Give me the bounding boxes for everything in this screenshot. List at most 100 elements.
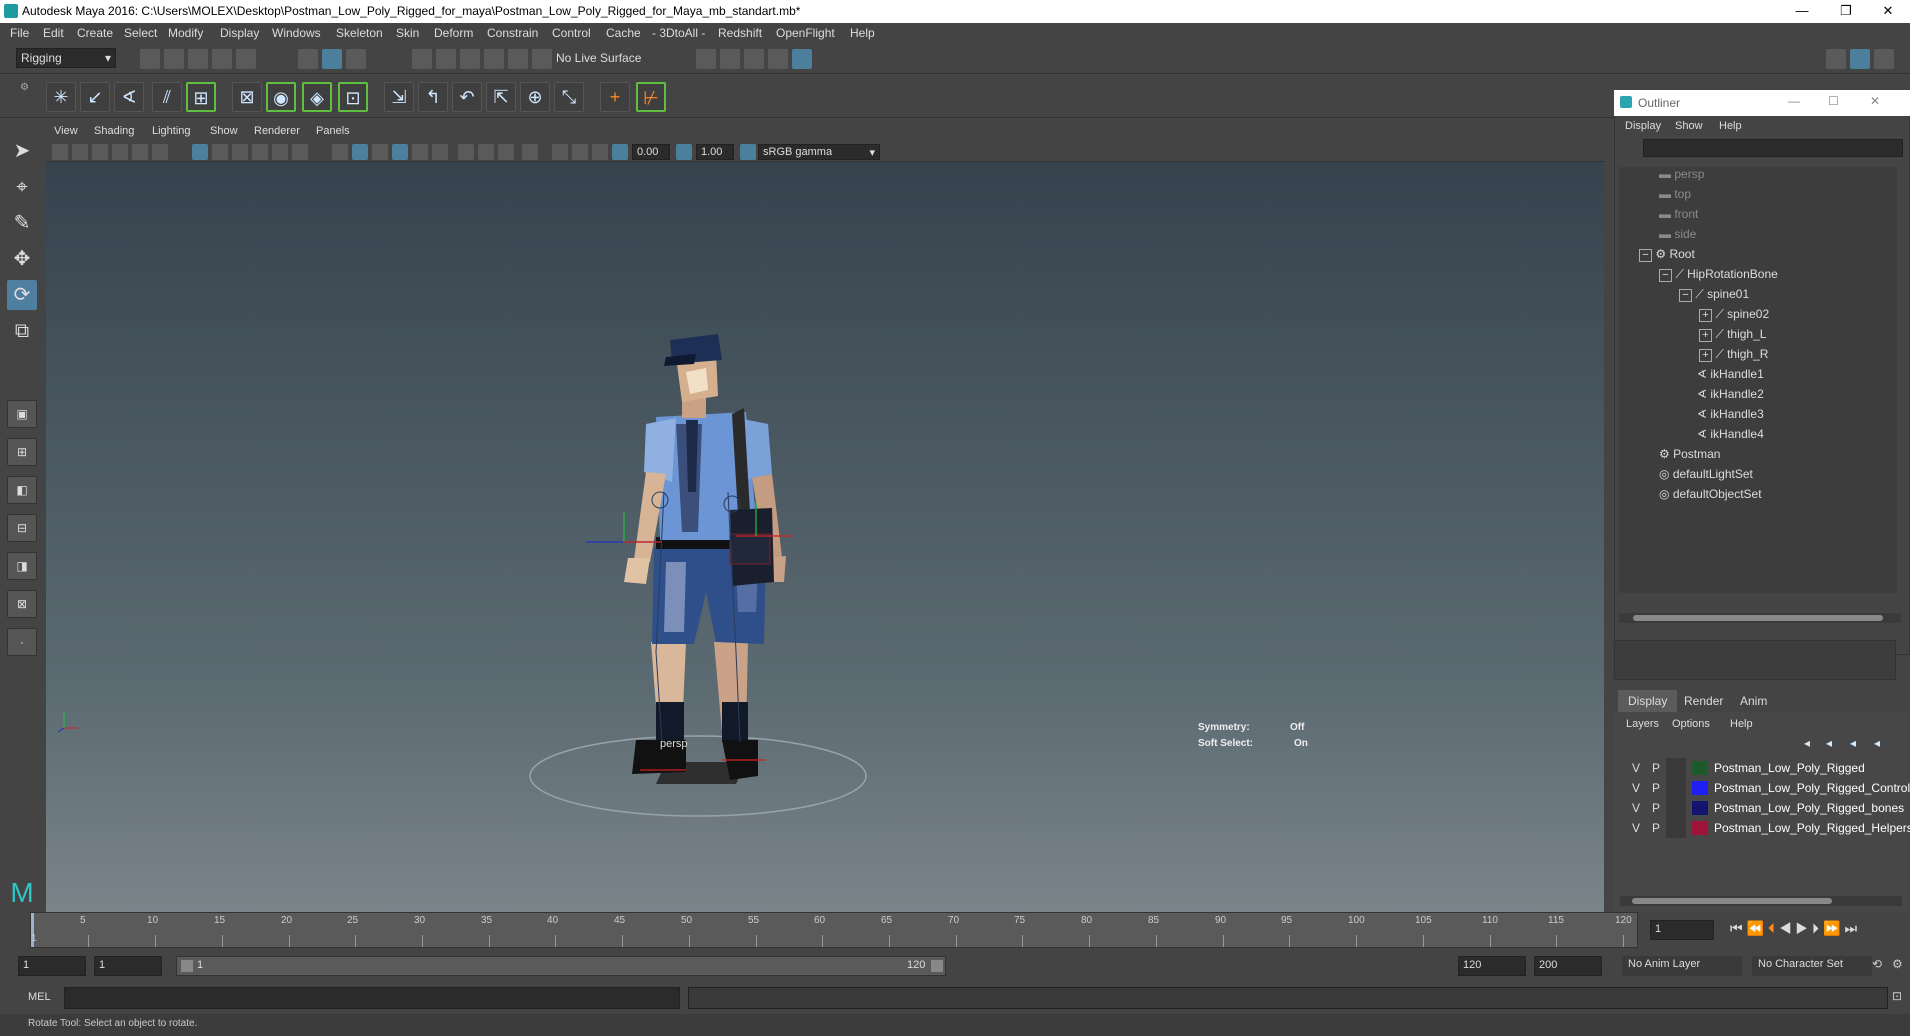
scrollbar-thumb[interactable]	[1633, 615, 1883, 621]
outliner-item-postman[interactable]: ⚙ Postman	[1659, 447, 1720, 467]
layer-row[interactable]: V P Postman_Low_Poly_Rigged_bones	[1618, 798, 1910, 818]
snap-point-icon[interactable]	[460, 49, 480, 69]
layer-menu-help[interactable]: Help	[1730, 718, 1753, 730]
snap-view-icon[interactable]	[484, 49, 504, 69]
outliner-item-hiprotationbone[interactable]: − ⟋ HipRotationBone	[1659, 267, 1778, 287]
hypershade-icon[interactable]	[792, 49, 812, 69]
motion-blur-icon[interactable]	[552, 144, 568, 160]
menu-edit[interactable]: Edit	[43, 26, 64, 40]
layer-visibility-toggle[interactable]: V	[1626, 758, 1646, 778]
outliner-menu-display[interactable]: Display	[1625, 120, 1661, 132]
animation-end-field[interactable]: 200	[1534, 956, 1602, 976]
create-layer-icon[interactable]: ◂	[1850, 736, 1856, 750]
render-view-icon[interactable]	[696, 49, 716, 69]
select-hierarchy-icon[interactable]	[298, 49, 318, 69]
outliner-horizontal-scrollbar[interactable]	[1619, 613, 1901, 623]
layer-display-type-toggle[interactable]	[1666, 818, 1686, 838]
outliner-item-top[interactable]: ▬ top	[1659, 187, 1691, 207]
parent-constraint-icon[interactable]: ⇲	[384, 82, 414, 112]
close-button[interactable]: ✕	[1868, 2, 1908, 20]
outliner-item-ikhandle3[interactable]: ∢ ikHandle3	[1697, 407, 1764, 427]
animation-start-field[interactable]: 1	[18, 956, 86, 976]
play-forward-icon[interactable]: ▶	[1796, 920, 1813, 936]
wrap-deformer-icon[interactable]: ⊡	[338, 82, 368, 112]
image-plane-icon[interactable]	[112, 144, 128, 160]
new-scene-icon[interactable]	[140, 49, 160, 69]
create-locator-icon[interactable]: ⊞	[186, 82, 216, 112]
field-chart-icon[interactable]	[272, 144, 288, 160]
color-management-icon[interactable]	[740, 144, 756, 160]
layer-color-swatch[interactable]	[1692, 801, 1708, 815]
menu-select[interactable]: Select	[124, 26, 157, 40]
layer-display-type-toggle[interactable]	[1666, 778, 1686, 798]
tab-render[interactable]: Render	[1674, 690, 1733, 712]
lattice-icon[interactable]: ◉	[266, 82, 296, 112]
collapse-icon[interactable]: −	[1659, 269, 1672, 282]
scrollbar-thumb[interactable]	[1632, 898, 1832, 904]
time-ruler[interactable]: 1 5 10 15 20 25 30 35 40 45 50 55 60 65 70 75 80 85 90 95 1…	[30, 912, 1638, 948]
step-forward-icon[interactable]: ⏩	[1823, 920, 1844, 936]
xray-icon[interactable]	[458, 144, 474, 160]
textured-icon[interactable]	[392, 144, 408, 160]
bookmark-icon[interactable]	[92, 144, 108, 160]
ipr-render-icon[interactable]	[744, 49, 764, 69]
layer-visibility-toggle[interactable]: V	[1626, 818, 1646, 838]
outliner-item-persp[interactable]: ▬ persp	[1659, 167, 1704, 187]
exposure-field[interactable]: 0.00	[632, 144, 670, 160]
character-set-dropdown[interactable]: No Character Set	[1752, 956, 1872, 976]
attribute-editor-toggle-icon[interactable]	[1826, 49, 1846, 69]
hypershade-layout-icon[interactable]: ⊠	[7, 590, 37, 618]
anim-layer-dropdown[interactable]: No Anim Layer	[1622, 956, 1742, 976]
scale-tool-icon[interactable]: ⧉	[7, 316, 37, 346]
snap-curve-icon[interactable]	[436, 49, 456, 69]
outliner-item-ikhandle1[interactable]: ∢ ikHandle1	[1697, 367, 1764, 387]
current-frame-field[interactable]: 1	[1650, 920, 1714, 940]
vp-menu-renderer[interactable]: Renderer	[254, 125, 300, 137]
move-layer-down-icon[interactable]: ◂	[1826, 736, 1832, 750]
step-back-key-icon[interactable]: ⏴	[1768, 920, 1779, 936]
layer-display-type-toggle[interactable]	[1666, 798, 1686, 818]
joint-tool-icon[interactable]: ✳	[46, 82, 76, 112]
outliner-menu-show[interactable]: Show	[1675, 120, 1703, 132]
layer-row[interactable]: V P Postman_Low_Poly_Rigged_Helpers	[1618, 818, 1910, 838]
menu-display[interactable]: Display	[220, 26, 259, 40]
outliner-minimize-button[interactable]: —	[1788, 94, 1800, 108]
outliner-item-spine01[interactable]: − ⟋ spine01	[1679, 287, 1749, 307]
expand-icon[interactable]: +	[1699, 329, 1712, 342]
layer-row[interactable]: V P Postman_Low_Poly_Rigged_Controllers	[1618, 778, 1910, 798]
menu-set-dropdown[interactable]: Rigging ▾	[16, 48, 116, 68]
make-live-icon[interactable]	[532, 49, 552, 69]
outliner-item-side[interactable]: ▬ side	[1659, 227, 1696, 247]
menu-create[interactable]: Create	[77, 26, 113, 40]
lasso-tool-icon[interactable]: ⌖	[7, 172, 37, 202]
outliner-menu-help[interactable]: Help	[1719, 120, 1742, 132]
expand-icon[interactable]: +	[1699, 309, 1712, 322]
command-input[interactable]	[64, 987, 680, 1009]
open-scene-icon[interactable]	[164, 49, 184, 69]
aim-constraint-icon[interactable]: ⊕	[520, 82, 550, 112]
shelf-options-icon[interactable]: ⚙	[20, 82, 30, 112]
vp-menu-show[interactable]: Show	[210, 125, 238, 137]
rotate-tool-icon[interactable]: ⟳	[7, 280, 37, 310]
menu-3dtoall[interactable]: - 3DtoAll -	[652, 26, 705, 40]
menu-skin[interactable]: Skin	[396, 26, 419, 40]
outliner-item-ikhandle4[interactable]: ∢ ikHandle4	[1697, 427, 1764, 447]
render-frame-icon[interactable]	[720, 49, 740, 69]
perspective-viewport[interactable]: persp Symmetry: Off Soft Select: On	[46, 162, 1604, 912]
range-end-handle[interactable]	[931, 960, 943, 972]
script-language-label[interactable]: MEL	[28, 991, 51, 1003]
tool-settings-toggle-icon[interactable]	[1874, 49, 1894, 69]
outliner-item-root[interactable]: − ⚙ Root	[1639, 247, 1695, 267]
outliner-close-button[interactable]: ✕	[1870, 94, 1880, 108]
gamma-icon[interactable]	[676, 144, 692, 160]
minimize-button[interactable]: —	[1782, 2, 1822, 20]
outliner-item-defaultobjectset[interactable]: ◎ defaultObjectSet	[1659, 487, 1762, 507]
paint-select-tool-icon[interactable]: ✎	[7, 208, 37, 238]
range-slider-bar[interactable]: 1 120	[176, 956, 946, 976]
menu-windows[interactable]: Windows	[272, 26, 321, 40]
outliner-maximize-button[interactable]: ☐	[1828, 94, 1839, 108]
point-constraint-icon[interactable]: ↰	[418, 82, 448, 112]
vp-menu-shading[interactable]: Shading	[94, 125, 134, 137]
script-editor-icon[interactable]: ⊡	[1892, 989, 1902, 1003]
gamma-field[interactable]: 1.00	[696, 144, 734, 160]
